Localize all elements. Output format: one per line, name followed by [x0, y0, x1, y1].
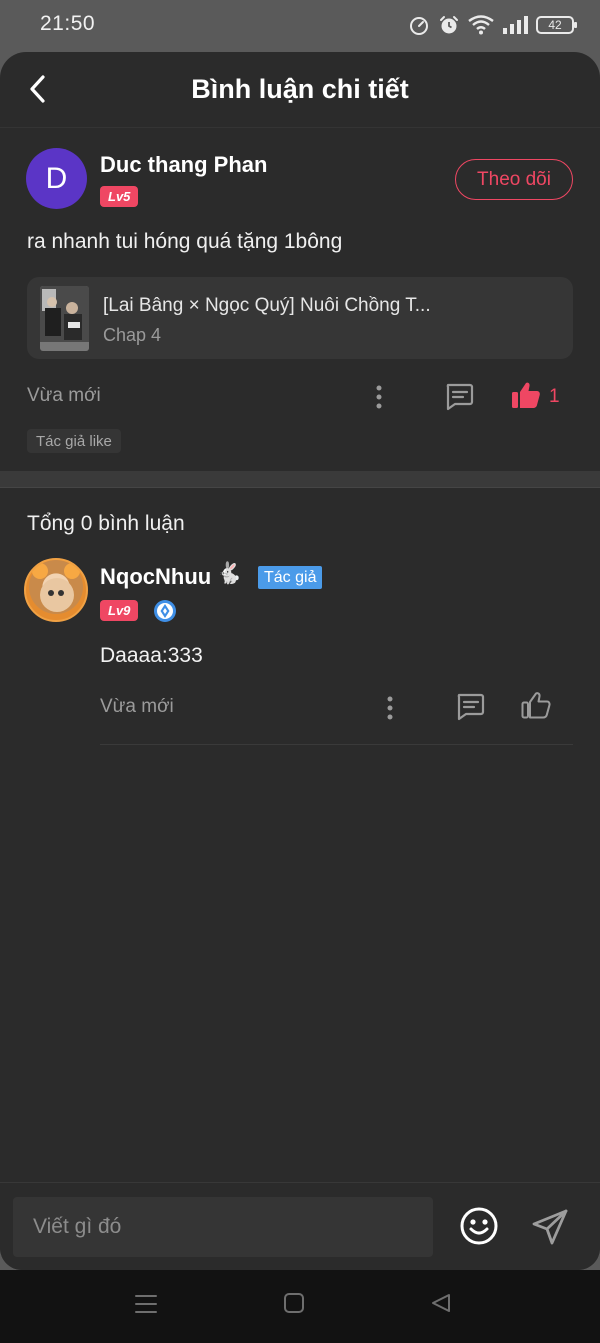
reply-separator — [100, 744, 573, 745]
reply-like-button[interactable] — [520, 689, 552, 721]
send-button[interactable] — [529, 1206, 571, 1248]
level-badge: Lv5 — [100, 186, 139, 207]
status-bar: 21:50 42 — [0, 0, 600, 52]
like-count: 1 — [549, 386, 560, 407]
wifi-icon — [468, 15, 494, 35]
more-vertical-icon — [376, 385, 382, 409]
reply-avatar[interactable] — [24, 558, 88, 622]
section-divider — [0, 471, 600, 487]
like-button[interactable] — [510, 379, 542, 411]
chat-bubble-icon — [446, 383, 474, 411]
back-nav-button[interactable] — [430, 1292, 452, 1319]
smiley-icon — [460, 1207, 498, 1245]
system-nav-bar — [0, 1270, 600, 1343]
thumbs-up-filled-icon — [512, 382, 540, 408]
reply-more-options-button[interactable] — [377, 693, 403, 723]
header: Bình luận chi tiết — [0, 52, 600, 128]
avatar[interactable]: D — [26, 148, 87, 209]
main-comment: D Duc thang Phan Lv5 Theo dõi ra nhanh t… — [0, 128, 600, 471]
speedometer-icon — [408, 14, 430, 36]
more-options-button[interactable] — [366, 382, 392, 412]
chapter-card[interactable]: [Lai Bâng × Ngọc Quý] Nuôi Chồng T... Ch… — [27, 277, 573, 359]
comment-input-bar — [0, 1182, 600, 1270]
menu-icon — [135, 1295, 157, 1313]
signal-icon — [502, 16, 528, 34]
chapter-subtitle: Chap 4 — [103, 325, 162, 345]
alarm-icon — [438, 14, 460, 36]
chat-bubble-icon — [457, 693, 485, 721]
rabbit-emoji: 🐇 — [216, 562, 243, 585]
home-nav-button[interactable] — [283, 1292, 305, 1319]
reply-time: Vừa mới — [100, 696, 174, 717]
send-icon — [532, 1209, 568, 1245]
chapter-thumbnail — [40, 286, 89, 351]
more-vertical-icon — [387, 696, 393, 720]
battery-icon: 42 — [536, 16, 577, 34]
page-title: Bình luận chi tiết — [191, 74, 409, 104]
thumbs-up-outline-icon — [521, 692, 551, 719]
total-comments-label: Tổng 0 bình luận — [27, 512, 185, 535]
comment-input[interactable] — [13, 1197, 433, 1257]
comment-text: ra nhanh tui hóng quá tặng 1bông — [27, 230, 343, 253]
status-time: 21:50 — [40, 12, 96, 35]
author-tag: Tác giả — [258, 566, 323, 589]
triangle-back-icon — [432, 1294, 450, 1312]
section-divider-line — [0, 487, 600, 488]
emoji-button[interactable] — [458, 1205, 500, 1247]
diamond-badge-icon — [153, 599, 177, 623]
reply-level-badge: Lv9 — [100, 600, 139, 621]
menu-nav-button[interactable] — [134, 1292, 158, 1321]
reply-user-name[interactable]: NqocNhuu — [100, 564, 211, 590]
comment-time: Vừa mới — [27, 385, 101, 406]
follow-button[interactable]: Theo dõi — [455, 159, 573, 200]
comment-detail-sheet: Bình luận chi tiết D Duc thang Phan Lv5 … — [0, 52, 600, 1270]
reply-reply-button[interactable] — [453, 690, 487, 724]
status-icons: 42 — [408, 14, 577, 36]
reply-button[interactable] — [442, 380, 476, 414]
square-icon — [284, 1293, 304, 1313]
reply-text: Daaaa:333 — [100, 644, 203, 667]
user-name[interactable]: Duc thang Phan — [100, 152, 267, 178]
chapter-title: [Lai Bâng × Ngọc Quý] Nuôi Chồng T... — [103, 295, 431, 316]
author-like-tag: Tác giả like — [27, 429, 121, 453]
